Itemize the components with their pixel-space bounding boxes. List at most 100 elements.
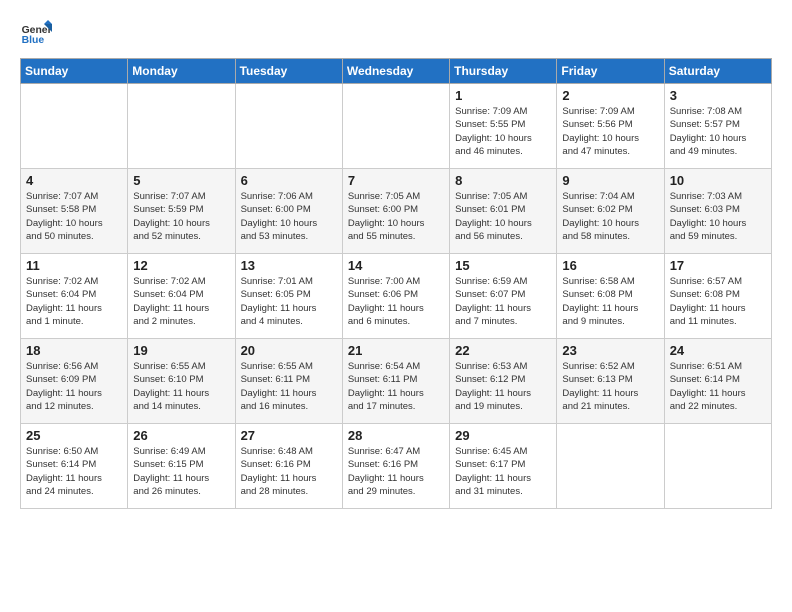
calendar-day bbox=[128, 84, 235, 169]
day-number: 17 bbox=[670, 258, 766, 273]
day-number: 20 bbox=[241, 343, 337, 358]
calendar-week: 4 Sunrise: 7:07 AM Sunset: 5:58 PM Daylig… bbox=[21, 169, 772, 254]
calendar-day: 5 Sunrise: 7:07 AM Sunset: 5:59 PM Daylig… bbox=[128, 169, 235, 254]
day-number: 1 bbox=[455, 88, 551, 103]
day-info: Sunrise: 7:08 AM Sunset: 5:57 PM Dayligh… bbox=[670, 105, 766, 158]
day-number: 28 bbox=[348, 428, 444, 443]
day-info: Sunrise: 7:09 AM Sunset: 5:56 PM Dayligh… bbox=[562, 105, 658, 158]
day-info: Sunrise: 6:52 AM Sunset: 6:13 PM Dayligh… bbox=[562, 360, 658, 413]
day-info: Sunrise: 7:00 AM Sunset: 6:06 PM Dayligh… bbox=[348, 275, 444, 328]
calendar-day bbox=[342, 84, 449, 169]
calendar-day: 14 Sunrise: 7:00 AM Sunset: 6:06 PM Dayli… bbox=[342, 254, 449, 339]
day-info: Sunrise: 7:03 AM Sunset: 6:03 PM Dayligh… bbox=[670, 190, 766, 243]
day-number: 5 bbox=[133, 173, 229, 188]
day-info: Sunrise: 6:55 AM Sunset: 6:10 PM Dayligh… bbox=[133, 360, 229, 413]
day-info: Sunrise: 7:02 AM Sunset: 6:04 PM Dayligh… bbox=[26, 275, 122, 328]
calendar-day: 2 Sunrise: 7:09 AM Sunset: 5:56 PM Daylig… bbox=[557, 84, 664, 169]
day-header: Sunday bbox=[21, 59, 128, 84]
day-info: Sunrise: 6:49 AM Sunset: 6:15 PM Dayligh… bbox=[133, 445, 229, 498]
calendar-day bbox=[21, 84, 128, 169]
day-number: 27 bbox=[241, 428, 337, 443]
day-number: 6 bbox=[241, 173, 337, 188]
day-number: 8 bbox=[455, 173, 551, 188]
calendar-day: 16Sunrise: 6:58 AM Sunset: 6:08 PM Dayli… bbox=[557, 254, 664, 339]
calendar-day: 8 Sunrise: 7:05 AM Sunset: 6:01 PM Daylig… bbox=[450, 169, 557, 254]
day-number: 24 bbox=[670, 343, 766, 358]
calendar-week: 18 Sunrise: 6:56 AM Sunset: 6:09 PM Dayli… bbox=[21, 339, 772, 424]
day-number: 14 bbox=[348, 258, 444, 273]
day-number: 10 bbox=[670, 173, 766, 188]
day-number: 21 bbox=[348, 343, 444, 358]
day-number: 12 bbox=[133, 258, 229, 273]
day-info: Sunrise: 7:07 AM Sunset: 5:59 PM Dayligh… bbox=[133, 190, 229, 243]
day-info: Sunrise: 6:48 AM Sunset: 6:16 PM Dayligh… bbox=[241, 445, 337, 498]
day-info: Sunrise: 6:55 AM Sunset: 6:11 PM Dayligh… bbox=[241, 360, 337, 413]
day-info: Sunrise: 6:58 AM Sunset: 6:08 PM Dayligh… bbox=[562, 275, 658, 328]
day-info: Sunrise: 7:06 AM Sunset: 6:00 PM Dayligh… bbox=[241, 190, 337, 243]
calendar-day: 6 Sunrise: 7:06 AM Sunset: 6:00 PM Daylig… bbox=[235, 169, 342, 254]
calendar-day: 18 Sunrise: 6:56 AM Sunset: 6:09 PM Dayli… bbox=[21, 339, 128, 424]
calendar-header: SundayMondayTuesdayWednesdayThursdayFrid… bbox=[21, 59, 772, 84]
calendar-day bbox=[664, 424, 771, 509]
calendar-day: 28 Sunrise: 6:47 AM Sunset: 6:16 PM Dayli… bbox=[342, 424, 449, 509]
calendar-day: 20 Sunrise: 6:55 AM Sunset: 6:11 PM Dayli… bbox=[235, 339, 342, 424]
day-info: Sunrise: 7:05 AM Sunset: 6:01 PM Dayligh… bbox=[455, 190, 551, 243]
day-info: Sunrise: 6:51 AM Sunset: 6:14 PM Dayligh… bbox=[670, 360, 766, 413]
day-info: Sunrise: 7:01 AM Sunset: 6:05 PM Dayligh… bbox=[241, 275, 337, 328]
day-info: Sunrise: 6:57 AM Sunset: 6:08 PM Dayligh… bbox=[670, 275, 766, 328]
calendar-week: 11Sunrise: 7:02 AM Sunset: 6:04 PM Dayli… bbox=[21, 254, 772, 339]
day-number: 7 bbox=[348, 173, 444, 188]
calendar-day: 27 Sunrise: 6:48 AM Sunset: 6:16 PM Dayli… bbox=[235, 424, 342, 509]
day-header: Tuesday bbox=[235, 59, 342, 84]
calendar-day: 19 Sunrise: 6:55 AM Sunset: 6:10 PM Dayli… bbox=[128, 339, 235, 424]
day-header: Saturday bbox=[664, 59, 771, 84]
day-header: Friday bbox=[557, 59, 664, 84]
page-header: General Blue bbox=[20, 20, 772, 48]
calendar-day: 21 Sunrise: 6:54 AM Sunset: 6:11 PM Dayli… bbox=[342, 339, 449, 424]
svg-text:Blue: Blue bbox=[22, 35, 45, 46]
day-header: Thursday bbox=[450, 59, 557, 84]
logo: General Blue bbox=[20, 20, 52, 48]
day-info: Sunrise: 6:47 AM Sunset: 6:16 PM Dayligh… bbox=[348, 445, 444, 498]
day-info: Sunrise: 7:05 AM Sunset: 6:00 PM Dayligh… bbox=[348, 190, 444, 243]
calendar-day: 10 Sunrise: 7:03 AM Sunset: 6:03 PM Dayli… bbox=[664, 169, 771, 254]
calendar-day: 9Sunrise: 7:04 AM Sunset: 6:02 PM Daylig… bbox=[557, 169, 664, 254]
calendar-week: 1 Sunrise: 7:09 AM Sunset: 5:55 PM Daylig… bbox=[21, 84, 772, 169]
day-info: Sunrise: 6:50 AM Sunset: 6:14 PM Dayligh… bbox=[26, 445, 122, 498]
calendar-day bbox=[557, 424, 664, 509]
calendar-table: SundayMondayTuesdayWednesdayThursdayFrid… bbox=[20, 58, 772, 509]
day-info: Sunrise: 6:56 AM Sunset: 6:09 PM Dayligh… bbox=[26, 360, 122, 413]
day-info: Sunrise: 6:54 AM Sunset: 6:11 PM Dayligh… bbox=[348, 360, 444, 413]
day-number: 2 bbox=[562, 88, 658, 103]
day-info: Sunrise: 7:02 AM Sunset: 6:04 PM Dayligh… bbox=[133, 275, 229, 328]
day-number: 13 bbox=[241, 258, 337, 273]
day-info: Sunrise: 7:09 AM Sunset: 5:55 PM Dayligh… bbox=[455, 105, 551, 158]
calendar-day: 25Sunrise: 6:50 AM Sunset: 6:14 PM Dayli… bbox=[21, 424, 128, 509]
calendar-day: 17 Sunrise: 6:57 AM Sunset: 6:08 PM Dayli… bbox=[664, 254, 771, 339]
calendar-day: 23Sunrise: 6:52 AM Sunset: 6:13 PM Dayli… bbox=[557, 339, 664, 424]
day-number: 22 bbox=[455, 343, 551, 358]
day-number: 3 bbox=[670, 88, 766, 103]
day-number: 26 bbox=[133, 428, 229, 443]
day-number: 4 bbox=[26, 173, 122, 188]
day-info: Sunrise: 7:07 AM Sunset: 5:58 PM Dayligh… bbox=[26, 190, 122, 243]
day-info: Sunrise: 6:53 AM Sunset: 6:12 PM Dayligh… bbox=[455, 360, 551, 413]
day-number: 29 bbox=[455, 428, 551, 443]
calendar-day bbox=[235, 84, 342, 169]
day-number: 15 bbox=[455, 258, 551, 273]
day-number: 19 bbox=[133, 343, 229, 358]
day-header: Wednesday bbox=[342, 59, 449, 84]
calendar-day: 29Sunrise: 6:45 AM Sunset: 6:17 PM Dayli… bbox=[450, 424, 557, 509]
calendar-day: 1 Sunrise: 7:09 AM Sunset: 5:55 PM Daylig… bbox=[450, 84, 557, 169]
calendar-day: 22 Sunrise: 6:53 AM Sunset: 6:12 PM Dayli… bbox=[450, 339, 557, 424]
calendar-day: 4 Sunrise: 7:07 AM Sunset: 5:58 PM Daylig… bbox=[21, 169, 128, 254]
day-info: Sunrise: 6:59 AM Sunset: 6:07 PM Dayligh… bbox=[455, 275, 551, 328]
logo-icon: General Blue bbox=[20, 20, 52, 48]
day-number: 18 bbox=[26, 343, 122, 358]
calendar-day: 24 Sunrise: 6:51 AM Sunset: 6:14 PM Dayli… bbox=[664, 339, 771, 424]
day-header: Monday bbox=[128, 59, 235, 84]
calendar-day: 26 Sunrise: 6:49 AM Sunset: 6:15 PM Dayli… bbox=[128, 424, 235, 509]
calendar-day: 7 Sunrise: 7:05 AM Sunset: 6:00 PM Daylig… bbox=[342, 169, 449, 254]
day-number: 9 bbox=[562, 173, 658, 188]
calendar-day: 12 Sunrise: 7:02 AM Sunset: 6:04 PM Dayli… bbox=[128, 254, 235, 339]
